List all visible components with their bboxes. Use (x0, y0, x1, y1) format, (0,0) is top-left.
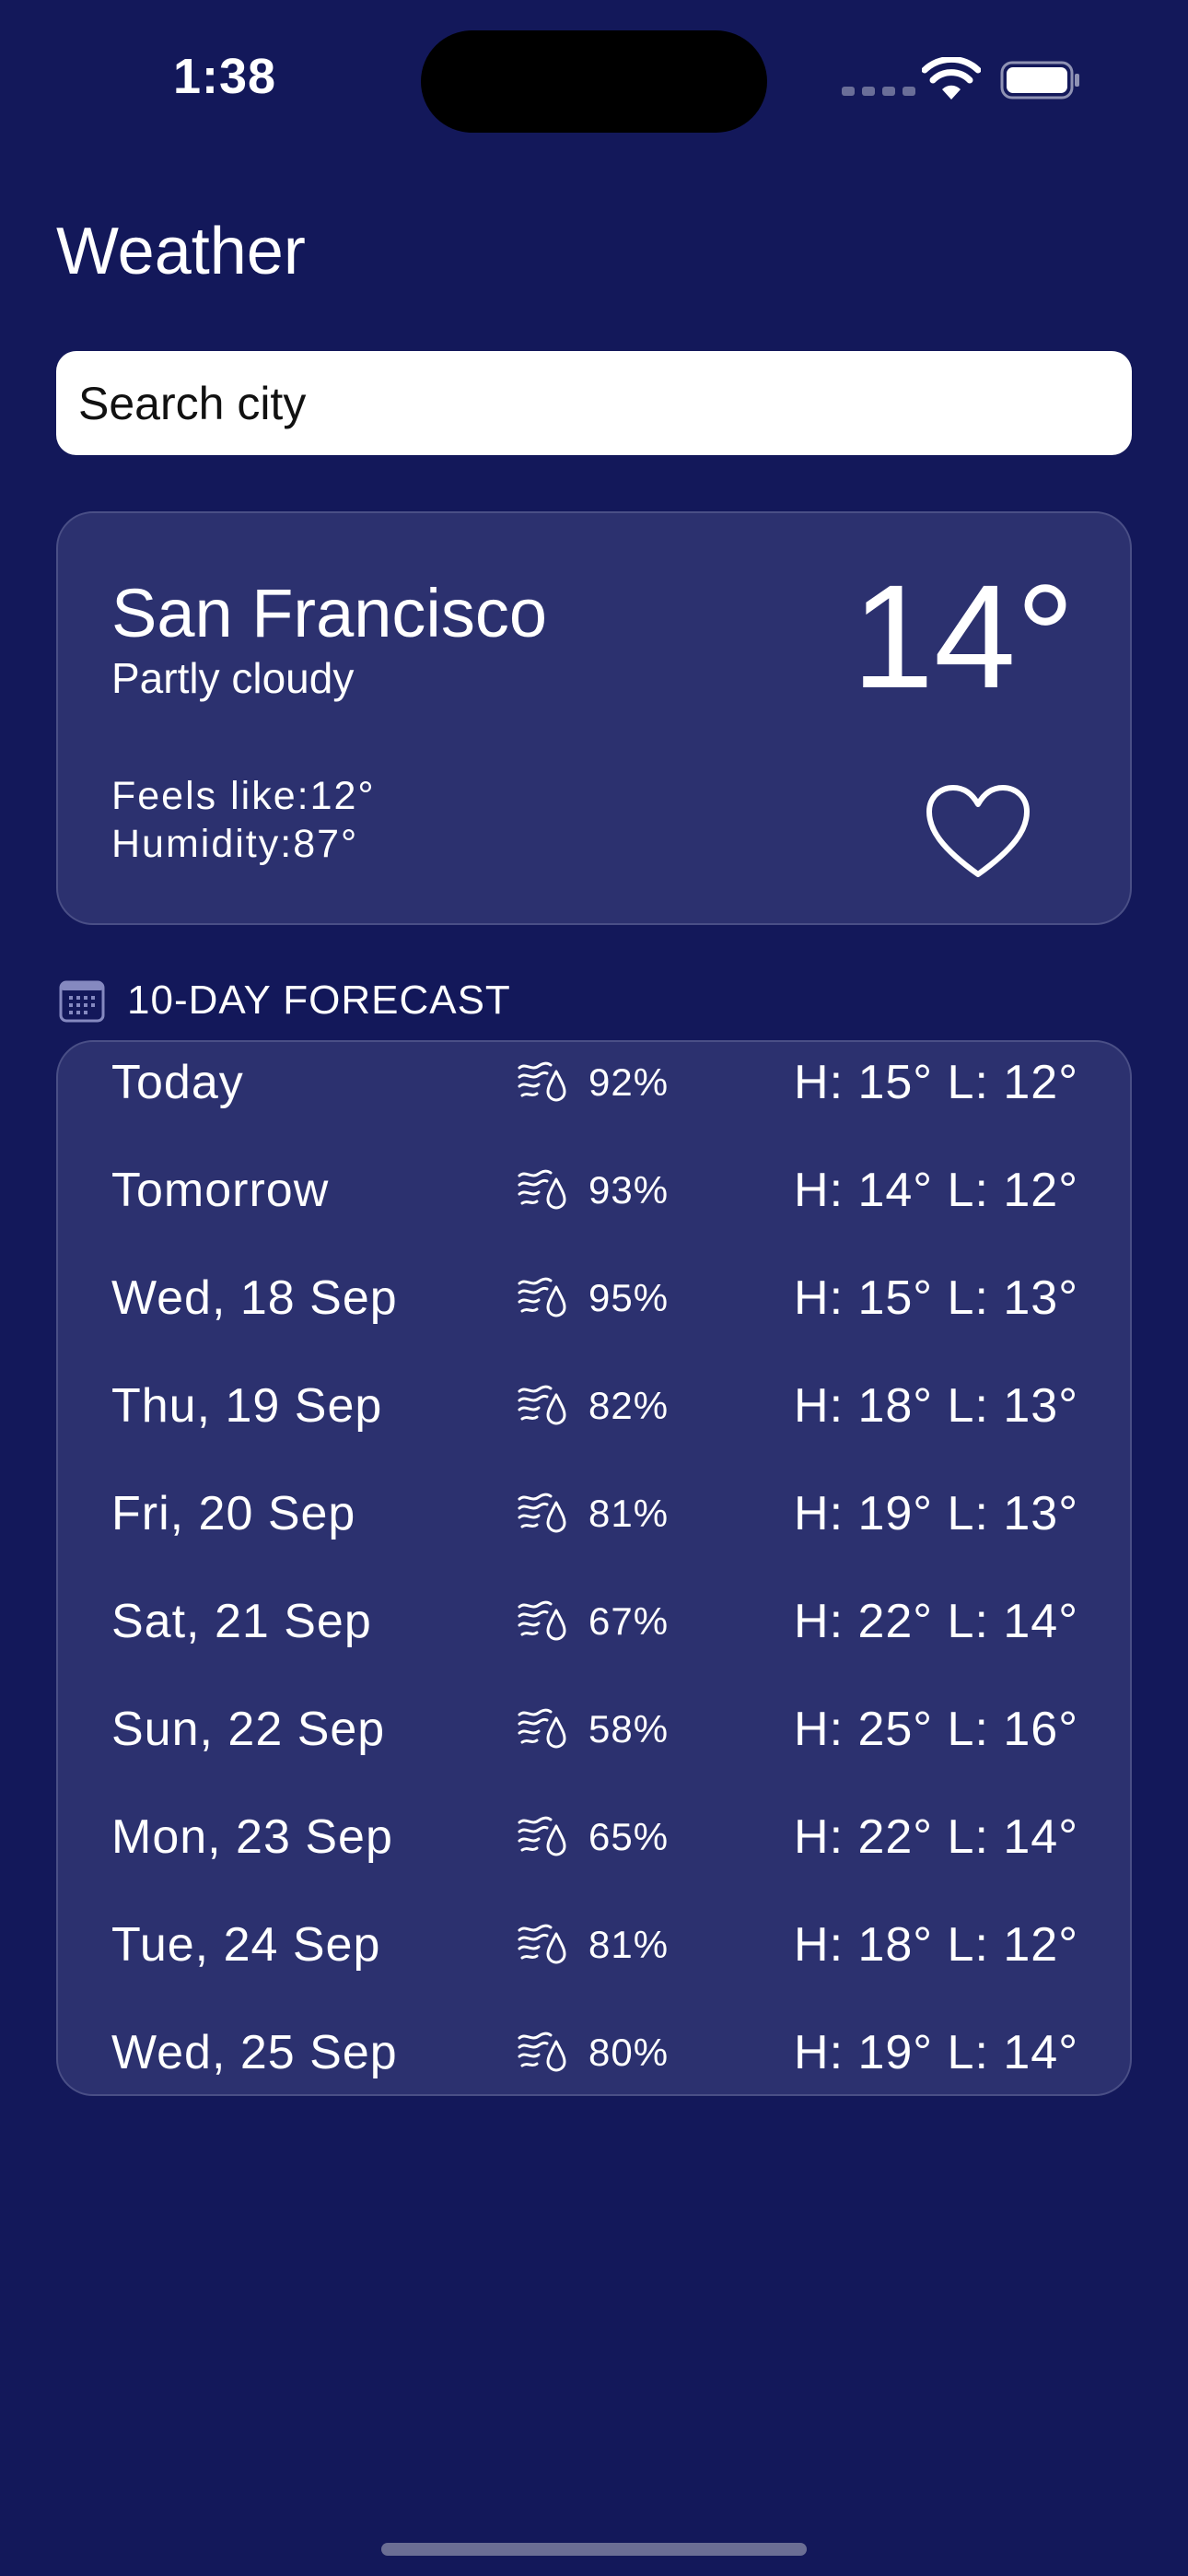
wind-rain-icon (518, 1277, 566, 1317)
forecast-row: Wed, 25 Sep 80% H: 19° L: 14° (58, 2012, 1130, 2094)
status-time: 1:38 (173, 49, 277, 104)
high-low-temps: H: 15° L: 13° (794, 1271, 1078, 1325)
precipitation-chance: 67% (588, 1599, 670, 1643)
forecast-day: Thu, 19 Sep (111, 1379, 383, 1433)
feels-like-text: Feels like:12° (111, 774, 376, 818)
high-low-temps: H: 22° L: 14° (794, 1595, 1078, 1648)
precipitation-chance: 81% (588, 1492, 670, 1535)
page-title: Weather (56, 215, 306, 288)
precipitation-chance: 93% (588, 1168, 670, 1212)
calendar-icon (59, 980, 105, 1023)
high-low-temps: H: 22° L: 14° (794, 1810, 1078, 1864)
forecast-row: Wed, 18 Sep 95% H: 15° L: 13° (58, 1258, 1130, 1365)
cellular-signal-icon (842, 87, 915, 96)
humidity-text: Humidity:87° (111, 822, 359, 866)
wind-rain-icon (518, 1816, 566, 1856)
forecast-day: Fri, 20 Sep (111, 1487, 356, 1540)
current-weather-card: San Francisco Partly cloudy 14° Feels li… (56, 511, 1132, 925)
forecast-header: 10-DAY FORECAST (59, 975, 511, 1026)
wind-rain-icon (518, 1169, 566, 1210)
precipitation-chance: 95% (588, 1276, 670, 1319)
high-low-temps: H: 14° L: 12° (794, 1164, 1078, 1217)
high-low-temps: H: 15° L: 12° (794, 1056, 1078, 1109)
forecast-list: Today 92% H: 15° L: 12° Tomorrow 93% H: … (56, 1040, 1132, 2096)
forecast-row: Today 92% H: 15° L: 12° (58, 1042, 1130, 1150)
heart-outline-icon (926, 785, 1030, 877)
wind-rain-icon (518, 1924, 566, 1964)
precipitation-chance: 80% (588, 2031, 670, 2074)
forecast-day: Today (111, 1056, 244, 1109)
high-low-temps: H: 19° L: 13° (794, 1487, 1078, 1540)
forecast-row: Mon, 23 Sep 65% H: 22° L: 14° (58, 1797, 1130, 1904)
precipitation-chance: 58% (588, 1707, 670, 1751)
wind-rain-icon (518, 1493, 566, 1533)
forecast-row: Fri, 20 Sep 81% H: 19° L: 13° (58, 1473, 1130, 1581)
forecast-day: Sat, 21 Sep (111, 1595, 372, 1648)
high-low-temps: H: 18° L: 12° (794, 1918, 1078, 1972)
dynamic-island (421, 30, 767, 133)
high-low-temps: H: 25° L: 16° (794, 1703, 1078, 1756)
forecast-row: Tomorrow 93% H: 14° L: 12° (58, 1150, 1130, 1258)
precipitation-chance: 82% (588, 1384, 670, 1427)
forecast-day: Mon, 23 Sep (111, 1810, 393, 1864)
precipitation-chance: 65% (588, 1815, 670, 1858)
wind-rain-icon (518, 1600, 566, 1641)
forecast-day: Wed, 25 Sep (111, 2026, 398, 2079)
forecast-row: Thu, 19 Sep 82% H: 18° L: 13° (58, 1365, 1130, 1473)
forecast-row: Sat, 21 Sep 67% H: 22° L: 14° (58, 1581, 1130, 1689)
high-low-temps: H: 18° L: 13° (794, 1379, 1078, 1433)
forecast-row: Tue, 24 Sep 81% H: 18° L: 12° (58, 1904, 1130, 2012)
wind-rain-icon (518, 1385, 566, 1425)
high-low-temps: H: 19° L: 14° (794, 2026, 1078, 2079)
battery-icon (1000, 61, 1079, 100)
precipitation-chance: 92% (588, 1060, 670, 1104)
forecast-title: 10-DAY FORECAST (127, 978, 511, 1023)
forecast-row: Sun, 22 Sep 58% H: 25° L: 16° (58, 1689, 1130, 1797)
forecast-day: Tomorrow (111, 1164, 330, 1217)
current-temperature: 14° (852, 554, 1075, 719)
home-indicator[interactable] (381, 2543, 807, 2556)
forecast-day: Sun, 22 Sep (111, 1703, 386, 1756)
wind-rain-icon (518, 2032, 566, 2072)
precipitation-chance: 81% (588, 1923, 670, 1966)
city-name: San Francisco (111, 575, 547, 651)
forecast-day: Wed, 18 Sep (111, 1271, 398, 1325)
favorite-button[interactable] (924, 782, 1032, 884)
forecast-day: Tue, 24 Sep (111, 1918, 381, 1972)
wind-rain-icon (518, 1061, 566, 1102)
condition-text: Partly cloudy (111, 654, 355, 702)
status-bar: 1:38 (0, 0, 1188, 157)
search-input[interactable] (56, 351, 1132, 455)
wind-rain-icon (518, 1708, 566, 1749)
wifi-icon (922, 57, 981, 100)
